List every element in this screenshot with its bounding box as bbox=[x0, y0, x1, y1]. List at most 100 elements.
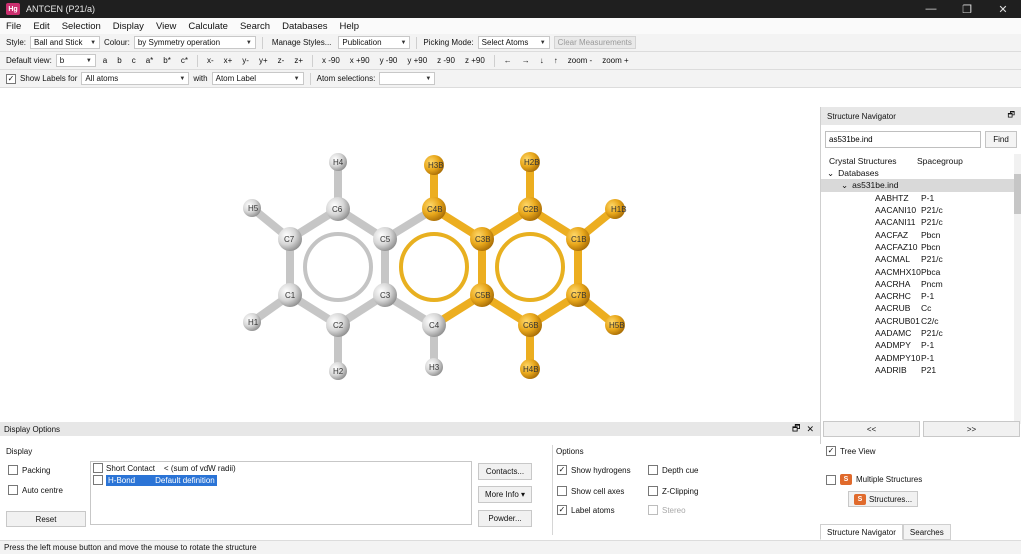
depth-cue-checkbox[interactable] bbox=[648, 465, 658, 475]
z-clipping-option[interactable]: Z-Clipping bbox=[648, 486, 698, 496]
stereo-option[interactable]: Stereo bbox=[648, 505, 686, 515]
publication-select[interactable]: Publication ▼ bbox=[338, 36, 411, 49]
packing-checkbox[interactable] bbox=[8, 465, 18, 475]
stereo-checkbox[interactable] bbox=[648, 505, 658, 515]
menu-view[interactable]: View bbox=[156, 21, 176, 32]
previous-page-button[interactable]: << bbox=[823, 421, 920, 437]
view-c-star-button[interactable]: c* bbox=[178, 56, 191, 65]
rotate-x-minus90-button[interactable]: x -90 bbox=[319, 56, 343, 65]
view-c-button[interactable]: c bbox=[129, 56, 139, 65]
z-clipping-checkbox[interactable] bbox=[648, 486, 658, 496]
atom-selections-select[interactable]: ▼ bbox=[379, 72, 436, 85]
tree-view-option[interactable]: ✓ Tree View bbox=[826, 446, 876, 456]
view-z-minus-button[interactable]: z- bbox=[275, 56, 288, 65]
list-item[interactable]: AACANI11 P21/c bbox=[821, 216, 1021, 228]
structure-viewer[interactable]: H4 H3B H2B H5 C6 C4B C2B H1B C7 C5 C3B C… bbox=[0, 89, 820, 422]
powder-button[interactable]: Powder... bbox=[478, 510, 532, 527]
hbond-checkbox[interactable] bbox=[93, 475, 103, 485]
expand-icon[interactable]: ⌄ bbox=[841, 180, 848, 191]
multiple-structures-option[interactable]: S Multiple Structures bbox=[826, 474, 922, 485]
list-item[interactable]: AACFAZ10 Pbcn bbox=[821, 241, 1021, 253]
list-item[interactable]: AACRUB01 C2/c bbox=[821, 315, 1021, 327]
menu-databases[interactable]: Databases bbox=[282, 21, 327, 32]
menu-selection[interactable]: Selection bbox=[62, 21, 101, 32]
close-icon[interactable]: ✕ bbox=[985, 0, 1021, 18]
rotate-z-minus90-button[interactable]: z -90 bbox=[434, 56, 458, 65]
packing-option[interactable]: Packing bbox=[8, 465, 50, 475]
list-item[interactable]: AACRHA Pncm bbox=[821, 278, 1021, 290]
more-info-button[interactable]: More Info ▾ bbox=[478, 486, 532, 503]
navigator-search-input[interactable] bbox=[825, 131, 981, 148]
show-labels-select[interactable]: All atoms ▼ bbox=[81, 72, 190, 85]
rotate-y-minus90-button[interactable]: y -90 bbox=[377, 56, 401, 65]
style-select[interactable]: Ball and Stick ▼ bbox=[30, 36, 101, 49]
rotate-x-plus90-button[interactable]: x +90 bbox=[347, 56, 373, 65]
close-icon[interactable]: ✕ bbox=[806, 424, 814, 435]
list-item[interactable]: AADMPY P-1 bbox=[821, 339, 1021, 351]
menu-help[interactable]: Help bbox=[340, 21, 360, 32]
short-contact-checkbox[interactable] bbox=[93, 463, 103, 473]
float-panel-icon[interactable]: 🗗 bbox=[1007, 109, 1015, 123]
arrow-left-icon[interactable]: ← bbox=[501, 56, 515, 65]
view-a-button[interactable]: a bbox=[100, 56, 110, 65]
list-item[interactable]: AACRUB Cc bbox=[821, 302, 1021, 314]
list-item[interactable]: AACMHX10 Pbca bbox=[821, 265, 1021, 277]
label-type-select[interactable]: Atom Label ▼ bbox=[211, 72, 304, 85]
view-x-minus-button[interactable]: x- bbox=[204, 56, 217, 65]
col-spacegroup[interactable]: Spacegroup bbox=[917, 156, 963, 166]
label-atoms-option[interactable]: ✓ Label atoms bbox=[557, 505, 615, 515]
list-item[interactable]: AADMPY10 P-1 bbox=[821, 351, 1021, 363]
next-page-button[interactable]: >> bbox=[923, 421, 1020, 437]
tree-node-db-file[interactable]: ⌄ as531be.ind bbox=[821, 179, 1021, 192]
show-hydrogens-checkbox[interactable]: ✓ bbox=[557, 465, 567, 475]
menu-file[interactable]: File bbox=[6, 21, 21, 32]
colour-select[interactable]: by Symmetry operation ▼ bbox=[133, 36, 256, 49]
expand-icon[interactable]: ⌄ bbox=[827, 168, 834, 179]
multiple-structures-checkbox[interactable] bbox=[826, 474, 836, 485]
tree-scrollbar[interactable] bbox=[1014, 154, 1021, 424]
depth-cue-option[interactable]: Depth cue bbox=[648, 465, 698, 475]
list-item[interactable]: AADRIB P21 bbox=[821, 364, 1021, 376]
reset-button[interactable]: Reset bbox=[6, 511, 86, 527]
clear-measurements-button[interactable]: Clear Measurements bbox=[553, 36, 636, 49]
arrow-down-icon[interactable]: ↓ bbox=[537, 56, 547, 65]
list-item[interactable]: AACMAL P21/c bbox=[821, 253, 1021, 265]
zoom-out-button[interactable]: zoom - bbox=[565, 56, 595, 65]
tree-view-checkbox[interactable]: ✓ bbox=[826, 446, 836, 456]
manage-styles-button[interactable]: Manage Styles... bbox=[269, 36, 335, 49]
show-cell-axes-option[interactable]: Show cell axes bbox=[557, 486, 624, 496]
menu-calculate[interactable]: Calculate bbox=[188, 21, 228, 32]
contact-row-hbond[interactable]: H-Bond Default definition bbox=[91, 474, 471, 486]
list-item[interactable]: AACFAZ Pbcn bbox=[821, 228, 1021, 240]
label-atoms-checkbox[interactable]: ✓ bbox=[557, 505, 567, 515]
float-panel-icon[interactable]: 🗗 bbox=[792, 421, 800, 437]
contacts-button[interactable]: Contacts... bbox=[478, 463, 532, 480]
picking-mode-select[interactable]: Select Atoms ▼ bbox=[477, 36, 550, 49]
view-a-star-button[interactable]: a* bbox=[143, 56, 157, 65]
default-view-select[interactable]: b ▼ bbox=[55, 54, 96, 67]
view-b-button[interactable]: b bbox=[114, 56, 124, 65]
tab-searches[interactable]: Searches bbox=[902, 524, 951, 540]
tab-structure-navigator[interactable]: Structure Navigator bbox=[820, 524, 903, 540]
restore-icon[interactable]: ❐ bbox=[949, 0, 985, 18]
auto-centre-option[interactable]: Auto centre bbox=[8, 485, 63, 495]
view-y-plus-button[interactable]: y+ bbox=[256, 56, 271, 65]
show-cell-axes-checkbox[interactable] bbox=[557, 486, 567, 496]
menu-edit[interactable]: Edit bbox=[33, 21, 49, 32]
view-y-minus-button[interactable]: y- bbox=[239, 56, 252, 65]
zoom-in-button[interactable]: zoom + bbox=[599, 56, 631, 65]
list-item[interactable]: AACANI10 P21/c bbox=[821, 204, 1021, 216]
show-hydrogens-option[interactable]: ✓ Show hydrogens bbox=[557, 465, 631, 475]
find-button[interactable]: Find bbox=[985, 131, 1017, 148]
list-item[interactable]: AACRHC P-1 bbox=[821, 290, 1021, 302]
rotate-z-plus90-button[interactable]: z +90 bbox=[462, 56, 488, 65]
menu-search[interactable]: Search bbox=[240, 21, 270, 32]
minimize-icon[interactable]: — bbox=[913, 0, 949, 18]
structures-button[interactable]: S Structures... bbox=[848, 491, 918, 507]
menu-display[interactable]: Display bbox=[113, 21, 144, 32]
show-labels-checkbox[interactable]: ✓ bbox=[6, 73, 16, 84]
hbond-selection[interactable]: H-Bond Default definition bbox=[106, 474, 217, 486]
arrow-up-icon[interactable]: ↑ bbox=[551, 56, 561, 65]
list-item[interactable]: AABHTZ P-1 bbox=[821, 192, 1021, 204]
rotate-y-plus90-button[interactable]: y +90 bbox=[404, 56, 430, 65]
